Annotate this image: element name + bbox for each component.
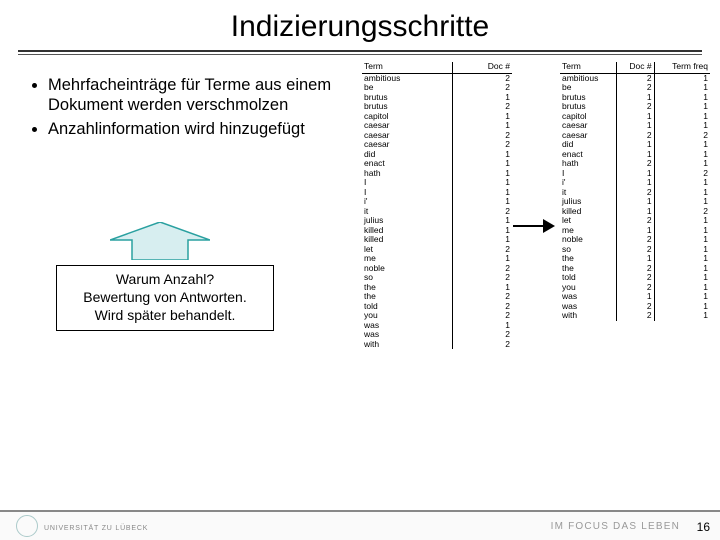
table-row: told2 — [362, 302, 512, 312]
table-row: noble2 — [362, 264, 512, 274]
table-row: the11 — [560, 254, 710, 264]
motto-text: IM FOCUS DAS LEBEN — [551, 521, 680, 532]
table-row: noble21 — [560, 235, 710, 245]
table-row: hath1 — [362, 169, 512, 179]
table-row: with2 — [362, 340, 512, 350]
table-row: I1 — [362, 178, 512, 188]
table-row: killed12 — [560, 207, 710, 217]
university-logo-icon — [16, 515, 38, 537]
table-row: caesar2 — [362, 140, 512, 150]
table-row: the21 — [560, 264, 710, 274]
table-row: the2 — [362, 292, 512, 302]
col-header: Doc # — [453, 62, 512, 73]
table-row: killed1 — [362, 226, 512, 236]
table-row: hath21 — [560, 159, 710, 169]
table-before-merge: TermDoc #ambitious2be2brutus1brutus2capi… — [362, 62, 512, 349]
bullet-item: Mehrfacheinträge für Terme aus einem Dok… — [48, 75, 340, 115]
table-row: so2 — [362, 273, 512, 283]
col-header: Term freq — [654, 62, 710, 73]
university-name: UNIVERSITÄT ZU LÜBECK — [44, 525, 148, 532]
table-row: it21 — [560, 188, 710, 198]
col-header: Doc # — [617, 62, 655, 73]
table-row: you21 — [560, 283, 710, 293]
table-row: told21 — [560, 273, 710, 283]
table-row: let21 — [560, 216, 710, 226]
table-row: caesar22 — [560, 131, 710, 141]
table-row: i'1 — [362, 197, 512, 207]
up-arrow-icon — [110, 222, 210, 260]
table-row: was11 — [560, 292, 710, 302]
footer-bar: UNIVERSITÄT ZU LÜBECK IM FOCUS DAS LEBEN… — [0, 510, 720, 540]
table-row: with21 — [560, 311, 710, 321]
table-row: I1 — [362, 188, 512, 198]
bullet-item: Anzahlinformation wird hinzugefügt — [48, 119, 340, 139]
table-row: I12 — [560, 169, 710, 179]
table-row: so21 — [560, 245, 710, 255]
table-row: ambitious2 — [362, 73, 512, 83]
col-header: Term — [362, 62, 453, 73]
callout-box: Warum Anzahl?Bewertung von Antworten.Wir… — [56, 265, 274, 331]
right-arrow-icon — [513, 217, 555, 235]
table-row: enact1 — [362, 159, 512, 169]
title-divider — [18, 50, 702, 55]
col-header: Term — [560, 62, 617, 73]
page-number: 16 — [697, 520, 710, 534]
table-row: enact11 — [560, 150, 710, 160]
table-row: julius11 — [560, 197, 710, 207]
bullet-list: Mehrfacheinträge für Terme aus einem Dok… — [30, 75, 340, 143]
callout-line: Wird später behandelt. — [59, 307, 271, 325]
table-row: you2 — [362, 311, 512, 321]
table-row: ambitious21 — [560, 73, 710, 83]
table-row: the1 — [362, 283, 512, 293]
slide-title: Indizierungsschritte — [0, 0, 720, 50]
table-row: was1 — [362, 321, 512, 331]
table-row: was2 — [362, 330, 512, 340]
table-row: i'11 — [560, 178, 710, 188]
callout-line: Warum Anzahl? — [59, 271, 271, 289]
table-row: killed1 — [362, 235, 512, 245]
table-after-merge: TermDoc #Term freqambitious21be21brutus1… — [560, 62, 710, 321]
table-row: was21 — [560, 302, 710, 312]
table-row: julius1 — [362, 216, 512, 226]
table-row: it2 — [362, 207, 512, 217]
callout-line: Bewertung von Antworten. — [59, 289, 271, 307]
table-row: let2 — [362, 245, 512, 255]
